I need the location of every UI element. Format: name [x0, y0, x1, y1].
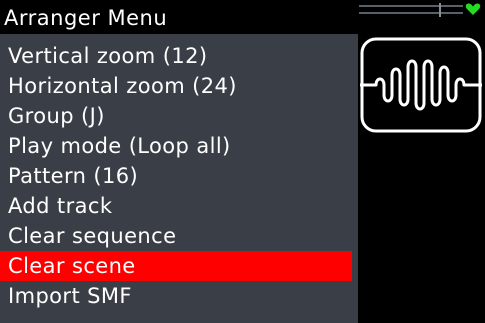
status-line-bottom [359, 12, 463, 14]
waveform-icon [360, 37, 482, 133]
status-line-top [359, 5, 463, 7]
menu-list: Vertical zoom (12) Horizontal zoom (24) … [0, 41, 358, 311]
menu-title-bar: Arranger Menu [0, 0, 358, 34]
menu-item-horizontal-zoom[interactable]: Horizontal zoom (24) [0, 71, 352, 101]
menu-item-add-track[interactable]: Add track [0, 191, 352, 221]
menu-panel: Arranger Menu Vertical zoom (12) Horizon… [0, 0, 358, 323]
menu-item-pattern[interactable]: Pattern (16) [0, 161, 352, 191]
heart-icon [465, 3, 481, 15]
menu-item-clear-sequence[interactable]: Clear sequence [0, 221, 352, 251]
menu-item-vertical-zoom[interactable]: Vertical zoom (12) [0, 41, 352, 71]
menu-item-play-mode[interactable]: Play mode (Loop all) [0, 131, 352, 161]
menu-item-clear-scene[interactable]: Clear scene [0, 251, 352, 281]
status-marker [439, 3, 441, 17]
status-bar [359, 3, 463, 17]
menu-title: Arranger Menu [4, 6, 168, 30]
menu-item-import-smf[interactable]: Import SMF [0, 281, 352, 311]
menu-item-group[interactable]: Group (J) [0, 101, 352, 131]
